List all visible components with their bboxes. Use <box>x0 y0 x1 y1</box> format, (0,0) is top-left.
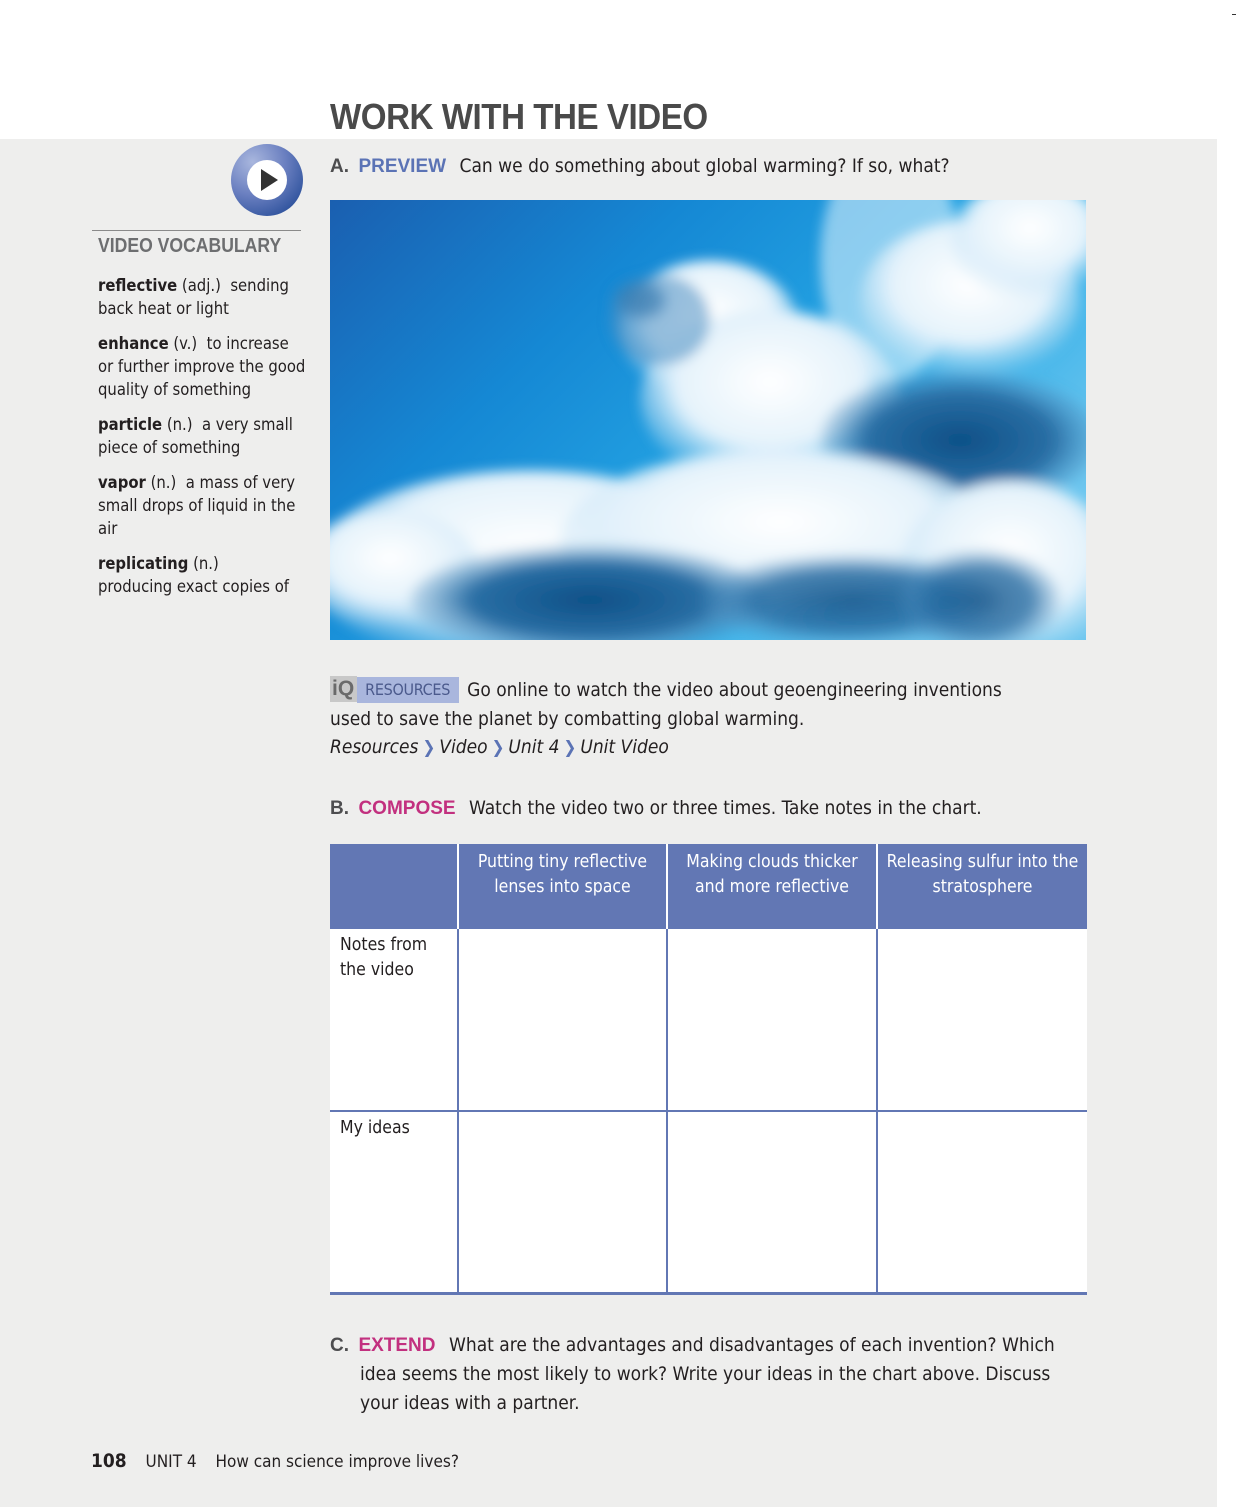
path-unit-video[interactable]: Unit Video <box>580 736 669 758</box>
chevron-right-icon: ❯ <box>422 738 436 758</box>
iq-logo: iQ <box>330 675 358 702</box>
vocab-divider <box>92 230 301 231</box>
iq-resources-badge: iQ RESOURCES <box>330 675 460 703</box>
table-row: Notes from the video <box>330 929 1087 1111</box>
vocab-pos: (v.) <box>173 334 198 353</box>
section-instruction: What are the advantages and disadvantage… <box>360 1334 1055 1414</box>
header-blank <box>330 844 458 929</box>
path-unit[interactable]: Unit 4 <box>508 736 559 758</box>
crop-mark <box>1232 14 1236 15</box>
vocab-item: reflective (adj.) sending back heat or l… <box>98 274 308 320</box>
vocab-item: particle (n.) a very small piece of some… <box>98 413 308 459</box>
section-instruction: Can we do something about global warming… <box>459 155 950 177</box>
notes-cell[interactable] <box>876 929 1087 1111</box>
vocab-term: vapor <box>98 473 146 492</box>
resources-path: Resources ❯ Video ❯ Unit 4 ❯ Unit Video <box>330 736 669 758</box>
vocab-pos: (n.) <box>166 415 193 434</box>
notes-cell[interactable] <box>457 929 667 1111</box>
path-resources[interactable]: Resources <box>330 736 418 758</box>
play-video-icon[interactable] <box>231 144 303 216</box>
page-title: WORK WITH THE VIDEO <box>330 96 708 137</box>
vocab-pos: (n.) <box>150 473 177 492</box>
notes-cell[interactable] <box>666 929 877 1111</box>
vocab-term: particle <box>98 415 163 434</box>
page-number: 108 <box>91 1450 127 1472</box>
section-a-preview: A. PREVIEW Can we do something about glo… <box>330 155 950 178</box>
header-sulfur-stratosphere: Releasing sulfur into the stratosphere <box>876 844 1087 929</box>
header-thicker-clouds: Making clouds thicker and more reflectiv… <box>666 844 877 929</box>
play-icon-inner <box>247 160 287 200</box>
chevron-right-icon: ❯ <box>563 738 577 758</box>
table-row: My ideas <box>330 1110 1087 1295</box>
section-b-compose: B. COMPOSE Watch the video two or three … <box>330 797 982 820</box>
vocab-pos: (n.) <box>193 554 219 573</box>
vocab-definition: producing exact copies of <box>98 577 290 596</box>
unit-label: UNIT 4 <box>145 1452 197 1472</box>
section-c-extend: C. EXTEND What are the advantages and di… <box>330 1331 1090 1418</box>
vocab-term: enhance <box>98 334 169 353</box>
ideas-cell[interactable] <box>666 1110 877 1295</box>
vocab-term: replicating <box>98 554 189 573</box>
section-label: EXTEND <box>358 1335 436 1356</box>
vocab-item: replicating (n.) producing exact copies … <box>98 552 308 598</box>
section-letter: A. <box>330 156 349 177</box>
vocab-item: vapor (n.) a mass of very small drops of… <box>98 471 308 540</box>
vocab-heading: VIDEO VOCABULARY <box>98 235 282 257</box>
resources-label: RESOURCES <box>357 676 460 703</box>
section-letter: C. <box>330 1335 349 1356</box>
path-video[interactable]: Video <box>439 736 487 758</box>
section-letter: B. <box>330 798 349 819</box>
notes-chart: Putting tiny reflective lenses into spac… <box>330 844 1087 1295</box>
sky-clouds-photo <box>330 200 1086 640</box>
vocab-list: reflective (adj.) sending back heat or l… <box>98 274 308 610</box>
online-resources: iQ RESOURCES Go online to watch the video … <box>330 675 1030 763</box>
chevron-right-icon: ❯ <box>491 738 505 758</box>
play-triangle-icon <box>261 169 278 191</box>
page-footer: 108 UNIT 4 How can science improve lives… <box>91 1450 459 1472</box>
header-lenses-in-space: Putting tiny reflective lenses into spac… <box>457 844 667 929</box>
ideas-cell[interactable] <box>457 1110 667 1295</box>
vocab-term: reflective <box>98 276 178 295</box>
row-label-notes: Notes from the video <box>330 929 458 1111</box>
vocab-item: enhance (v.) to increase or further impr… <box>98 332 308 401</box>
section-label: PREVIEW <box>358 156 447 177</box>
unit-question: How can science improve lives? <box>215 1452 459 1472</box>
vocab-pos: (adj.) <box>181 276 221 295</box>
ideas-cell[interactable] <box>876 1110 1087 1295</box>
table-header-row: Putting tiny reflective lenses into spac… <box>330 844 1087 929</box>
section-instruction: Watch the video two or three times. Take… <box>469 797 982 819</box>
section-label: COMPOSE <box>358 798 456 819</box>
row-label-my-ideas: My ideas <box>330 1110 458 1295</box>
